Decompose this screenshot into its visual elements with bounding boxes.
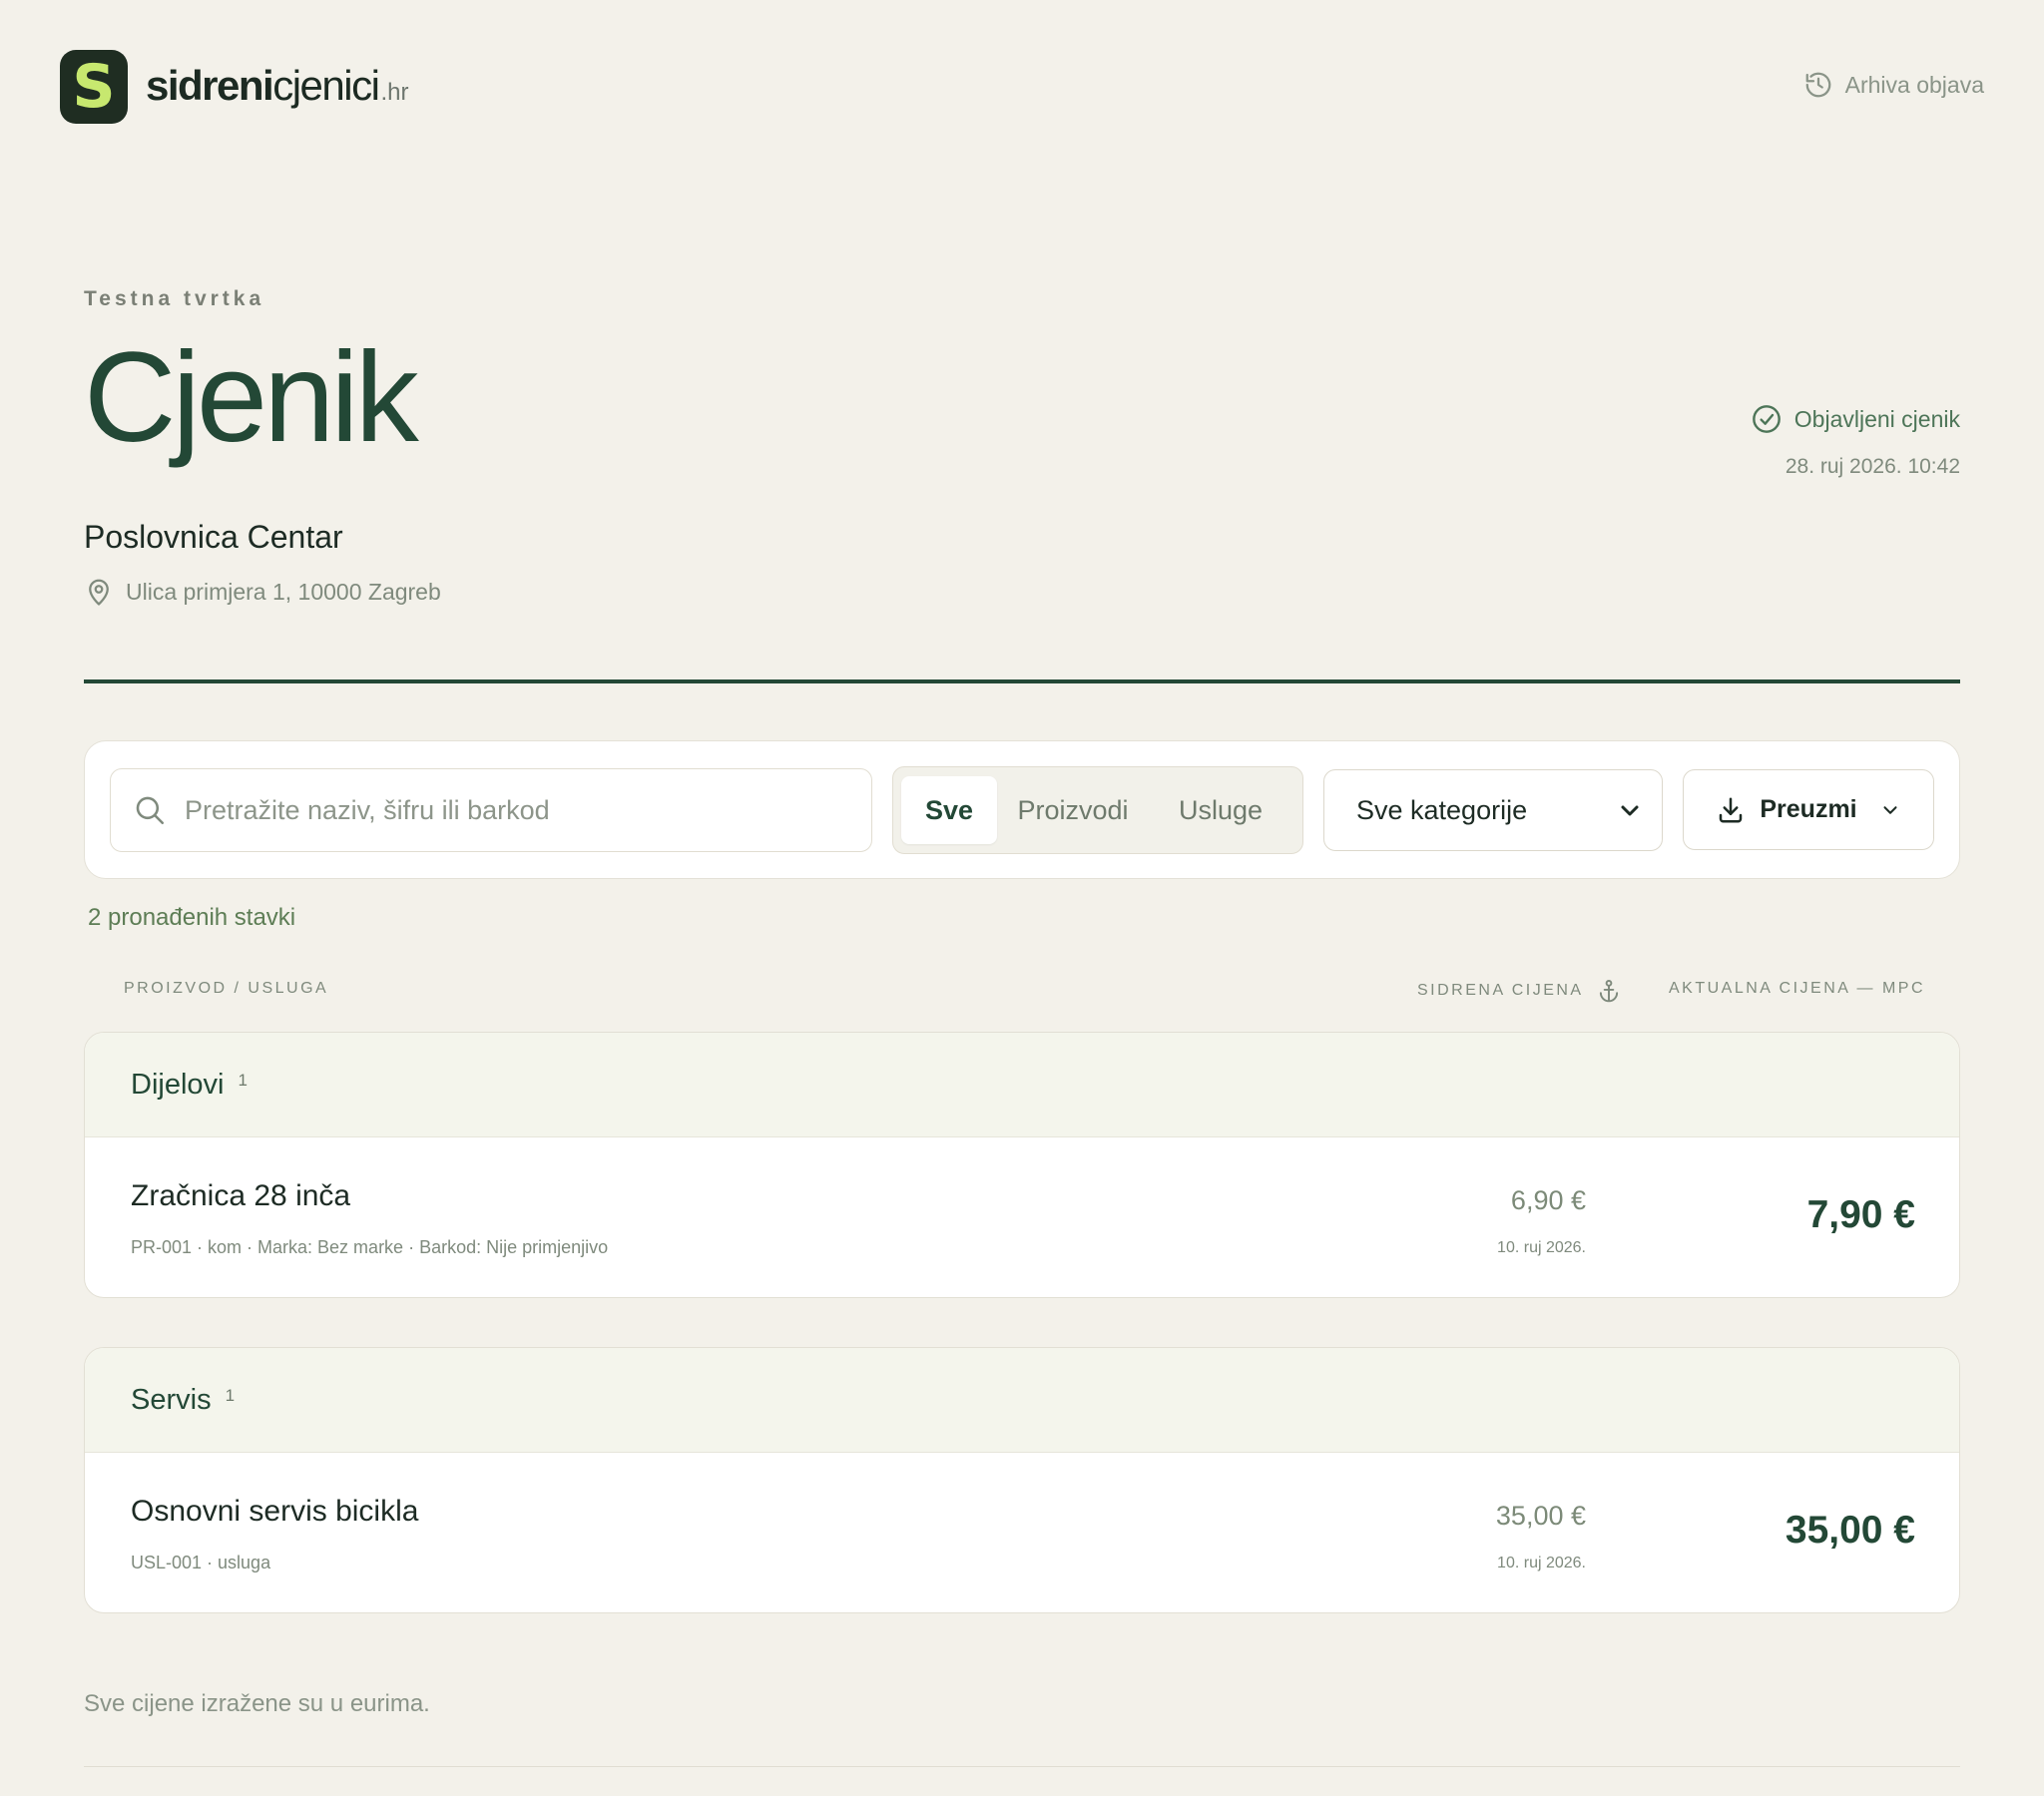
current-price: 7,90 € xyxy=(1806,1193,1915,1236)
category-title: Dijelovi xyxy=(131,1068,225,1101)
logo-glyph: S xyxy=(72,52,116,122)
category-count: 1 xyxy=(225,1386,236,1405)
location-pin-icon xyxy=(89,579,109,606)
check-circle-icon xyxy=(1752,405,1781,433)
logo-bold-text: sidreni xyxy=(146,62,274,109)
item-name: Zračnica 28 inča xyxy=(131,1179,351,1212)
status-date: 28. ruj 2026. 10:42 xyxy=(1785,455,1960,478)
search-box[interactable] xyxy=(110,768,872,852)
anchor-price: 6,90 € xyxy=(1510,1185,1586,1215)
filter-services-button[interactable]: Usluge xyxy=(1149,776,1292,844)
download-button[interactable]: Preuzmi xyxy=(1683,769,1934,850)
category-count: 1 xyxy=(238,1071,248,1090)
logo-wordmark[interactable]: sidreni cjenici .hr xyxy=(146,62,408,110)
category-select[interactable]: Sve kategorije xyxy=(1323,769,1663,851)
anchor-price: 35,00 € xyxy=(1495,1501,1586,1531)
filter-all-button[interactable]: Sve xyxy=(901,776,997,844)
anchor-icon xyxy=(1599,980,1618,1003)
status-label: Objavljeni cjenik xyxy=(1793,405,1960,432)
chevron-down-icon xyxy=(1883,805,1897,814)
column-header-current-price: Aktualna cijena — MPC xyxy=(1669,980,1925,997)
archive-label: Arhiva objava xyxy=(1844,71,1984,98)
search-icon xyxy=(136,796,165,825)
logo-suffix: .hr xyxy=(380,79,409,106)
logo-normal-text: cjenici xyxy=(272,62,380,109)
category-group-header: Dijelovi 1 xyxy=(85,1033,1959,1137)
footer-divider xyxy=(84,1766,1960,1767)
page-title: Cjenik xyxy=(84,326,419,469)
category-select-value: Sve kategorije xyxy=(1356,794,1528,825)
price-row[interactable]: Zračnica 28 inča PR-001 · kom · Marka: B… xyxy=(85,1137,1959,1297)
archive-link[interactable]: Arhiva objava xyxy=(1803,70,1984,100)
download-icon xyxy=(1720,797,1743,822)
download-label: Preuzmi xyxy=(1760,795,1857,823)
currency-note: Sve cijene izražene su u eurima. xyxy=(84,1690,430,1717)
branch-name: Poslovnica Centar xyxy=(84,519,343,555)
price-row[interactable]: Osnovni servis bicikla USL-001 · usluga … xyxy=(85,1453,1959,1612)
search-input[interactable] xyxy=(185,794,823,826)
current-price: 35,00 € xyxy=(1785,1509,1915,1552)
anchor-price-header-label: Sidrena cijena xyxy=(1417,982,1584,999)
column-header-product: Proizvod / usluga xyxy=(124,980,329,997)
item-name: Osnovni servis bicikla xyxy=(131,1495,419,1528)
logo-mark[interactable]: S xyxy=(60,50,128,124)
company-name: Testna tvrtka xyxy=(84,287,265,310)
filter-products-button[interactable]: Proizvodi xyxy=(997,776,1149,844)
category-group: Servis 1 Osnovni servis bicikla USL-001 … xyxy=(84,1347,1960,1613)
column-header-anchor-price: Sidrena cijena xyxy=(1417,978,1622,1004)
results-count: 2 pronađenih stavki xyxy=(88,904,296,931)
anchor-price-date: 10. ruj 2026. xyxy=(1497,1555,1586,1572)
item-meta: USL-001 · usluga xyxy=(131,1553,271,1572)
history-icon xyxy=(1805,72,1830,98)
category-group-header: Servis 1 xyxy=(85,1348,1959,1453)
header-divider xyxy=(84,679,1960,683)
anchor-price-date: 10. ruj 2026. xyxy=(1497,1239,1586,1256)
chevron-down-icon xyxy=(1621,805,1639,816)
address-text: Ulica primjera 1, 10000 Zagreb xyxy=(126,578,441,605)
item-meta: PR-001 · kom · Marka: Bez marke · Barkod… xyxy=(131,1237,609,1257)
category-group: Dijelovi 1 Zračnica 28 inča PR-001 · kom… xyxy=(84,1032,1960,1298)
category-title: Servis xyxy=(131,1383,212,1416)
published-status: Objavljeni cjenik xyxy=(1751,403,1960,435)
type-filter-segmented: Sve Proizvodi Usluge xyxy=(892,766,1303,854)
branch-address: Ulica primjera 1, 10000 Zagreb xyxy=(84,577,441,607)
